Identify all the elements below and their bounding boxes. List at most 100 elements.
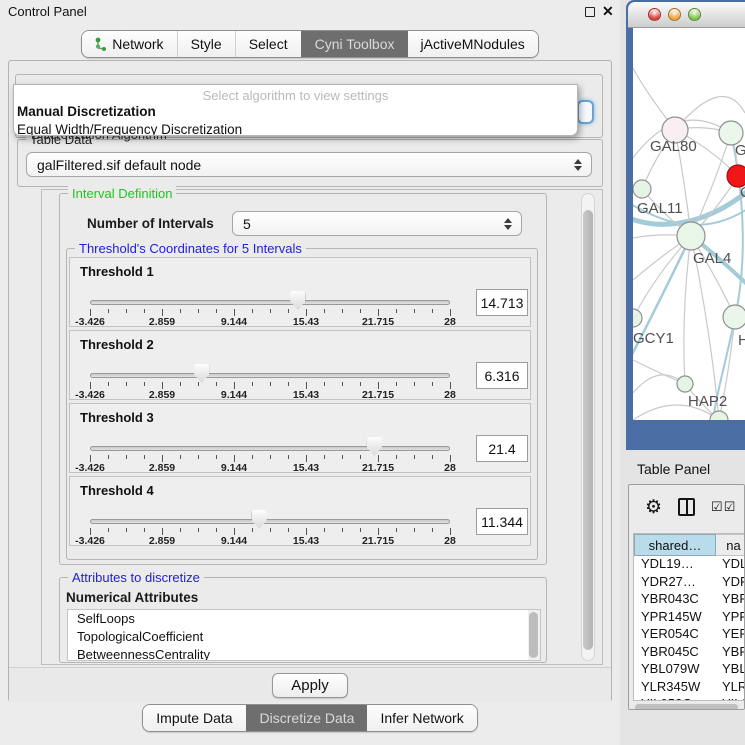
tick-mark (180, 528, 181, 532)
slider-track[interactable] (90, 519, 450, 524)
slider-handle[interactable] (194, 364, 209, 383)
table-row[interactable]: YBR045CYBR0 (634, 644, 745, 662)
network-node[interactable] (677, 376, 693, 392)
column-view-icon[interactable] (678, 498, 695, 516)
tick-mark (252, 455, 253, 459)
list-scrollbar[interactable] (528, 610, 540, 660)
slider-track[interactable] (90, 300, 450, 305)
tick-label: 9.144 (221, 389, 247, 401)
threshold-panel: Threshold 3-3.4262.8599.14415.4321.71528… (69, 403, 531, 473)
tab-label: Select (249, 36, 288, 52)
tick-label: 2.859 (149, 535, 175, 547)
table-toolbar: ⚙ ☑☑ (629, 485, 745, 529)
table-row[interactable]: YBR043CYBR0 (634, 591, 745, 609)
bottom-tab-label: Impute Data (156, 710, 232, 726)
network-edge[interactable] (684, 236, 691, 384)
table-row[interactable]: YLR345WYLR3 (634, 679, 745, 697)
tab-style[interactable]: Style (177, 31, 235, 57)
network-node-label: H (738, 332, 745, 349)
apply-button[interactable]: Apply (272, 673, 348, 698)
threshold-slider[interactable]: -3.4262.8599.14415.4321.71528 (70, 258, 470, 328)
cell-name: YLR3 (716, 679, 745, 697)
bottom-tab-discretize-data[interactable]: Discretize Data (246, 705, 368, 731)
slider-track[interactable] (90, 446, 450, 451)
network-edge[interactable] (633, 236, 691, 318)
slider-handle[interactable] (290, 291, 305, 310)
tick-mark (108, 382, 109, 386)
bottom-tab-infer-network[interactable]: Infer Network (367, 705, 476, 731)
threshold-slider[interactable]: -3.4262.8599.14415.4321.71528 (70, 477, 470, 547)
gear-icon[interactable]: ⚙ (645, 496, 662, 519)
network-node[interactable] (633, 309, 642, 327)
network-canvas[interactable]: GAL80GCGAL11GAL4GCY1HHAP2 (633, 28, 745, 420)
panel-title: Control Panel (8, 4, 87, 19)
network-node[interactable] (723, 305, 745, 329)
num-intervals-combo[interactable]: 5 (232, 211, 522, 236)
tick-mark (216, 455, 217, 459)
threshold-value-box[interactable]: 14.713 (476, 289, 528, 316)
bottom-tab-impute-data[interactable]: Impute Data (143, 705, 245, 731)
tick-label: 28 (444, 316, 456, 328)
table-row[interactable]: YPR145WYPR1 (634, 609, 745, 627)
scrollbar-thumb[interactable] (583, 210, 593, 650)
horizontal-scrollbar[interactable] (633, 703, 742, 710)
network-node[interactable] (710, 411, 728, 420)
tick-label: 15.43 (293, 389, 319, 401)
tick-mark (306, 382, 307, 389)
tick-label: 9.144 (221, 462, 247, 474)
network-graph[interactable]: GAL80GCGAL11GAL4GCY1HHAP2 (633, 28, 745, 420)
table-data-combo[interactable]: galFiltered.sif default node (26, 152, 592, 177)
tick-mark (216, 309, 217, 313)
table-row[interactable]: YIL052CYIL0 (634, 696, 745, 701)
threshold-slider[interactable]: -3.4262.8599.14415.4321.71528 (70, 404, 470, 474)
tab-cyni-toolbox[interactable]: Cyni Toolbox (301, 31, 408, 57)
focused-combo-fragment[interactable] (577, 100, 594, 124)
threshold-value-box[interactable]: 11.344 (476, 508, 528, 535)
tick-mark (288, 528, 289, 532)
vertical-scrollbar[interactable] (581, 193, 595, 661)
tick-label: -3.426 (75, 316, 105, 328)
zoom-traffic-light[interactable] (688, 8, 701, 21)
network-node[interactable] (633, 180, 651, 198)
tick-mark (198, 309, 199, 313)
close-traffic-light[interactable] (648, 8, 661, 21)
attribute-list-item[interactable]: SelfLoops (68, 610, 540, 628)
cell-name: YBL0 (716, 661, 745, 679)
tab-network[interactable]: Network (82, 31, 176, 57)
slider-handle[interactable] (252, 510, 267, 529)
tab-select[interactable]: Select (235, 31, 301, 57)
table-row[interactable]: YDL19…YDL1 (634, 556, 745, 574)
tick-mark (126, 455, 127, 459)
checkbox-icons[interactable]: ☑☑ (711, 499, 736, 515)
tab-label: Cyni Toolbox (315, 36, 395, 52)
slider-track[interactable] (90, 373, 450, 378)
table-row[interactable]: YER054CYER0 (634, 626, 745, 644)
threshold-slider[interactable]: -3.4262.8599.14415.4321.71528 (70, 331, 470, 401)
minimize-traffic-light[interactable] (668, 8, 681, 21)
slider-tick-labels: -3.4262.8599.14415.4321.71528 (90, 316, 450, 328)
tab-jactivemnodules[interactable]: jActiveMNodules (408, 31, 538, 57)
network-node[interactable] (677, 222, 705, 250)
column-header-shared-name[interactable]: shared… (634, 534, 716, 556)
slider-handle[interactable] (367, 437, 382, 456)
tick-mark (252, 309, 253, 313)
close-icon[interactable]: ✕ (602, 3, 614, 20)
attribute-list-item[interactable]: TopologicalCoefficient (68, 628, 540, 646)
attributes-list[interactable]: SelfLoopsTopologicalCoefficientBetweenne… (67, 609, 541, 661)
tick-mark (396, 382, 397, 386)
node-table[interactable]: shared… na YDL19…YDL1YDR27…YDR2YBR043CYB… (633, 533, 745, 701)
table-row[interactable]: YDR27…YDR2 (634, 574, 745, 592)
dropdown-option[interactable]: Manual Discretization (14, 103, 577, 121)
column-header-name[interactable]: na (716, 534, 745, 556)
dropdown-option[interactable]: Equal Width/Frequency Discretization (14, 121, 577, 136)
cell-name: YDR2 (716, 574, 745, 592)
table-row[interactable]: YBL079WYBL0 (634, 661, 745, 679)
threshold-value-box[interactable]: 6.316 (476, 362, 528, 389)
float-icon[interactable] (585, 7, 595, 17)
network-window-titlebar[interactable] (628, 2, 745, 28)
threshold-value-box[interactable]: 21.4 (476, 435, 528, 462)
tick-mark (198, 455, 199, 459)
attribute-list-item[interactable]: BetweennessCentrality (68, 646, 540, 661)
scrollbar-thumb[interactable] (635, 704, 738, 710)
tick-mark (216, 382, 217, 386)
